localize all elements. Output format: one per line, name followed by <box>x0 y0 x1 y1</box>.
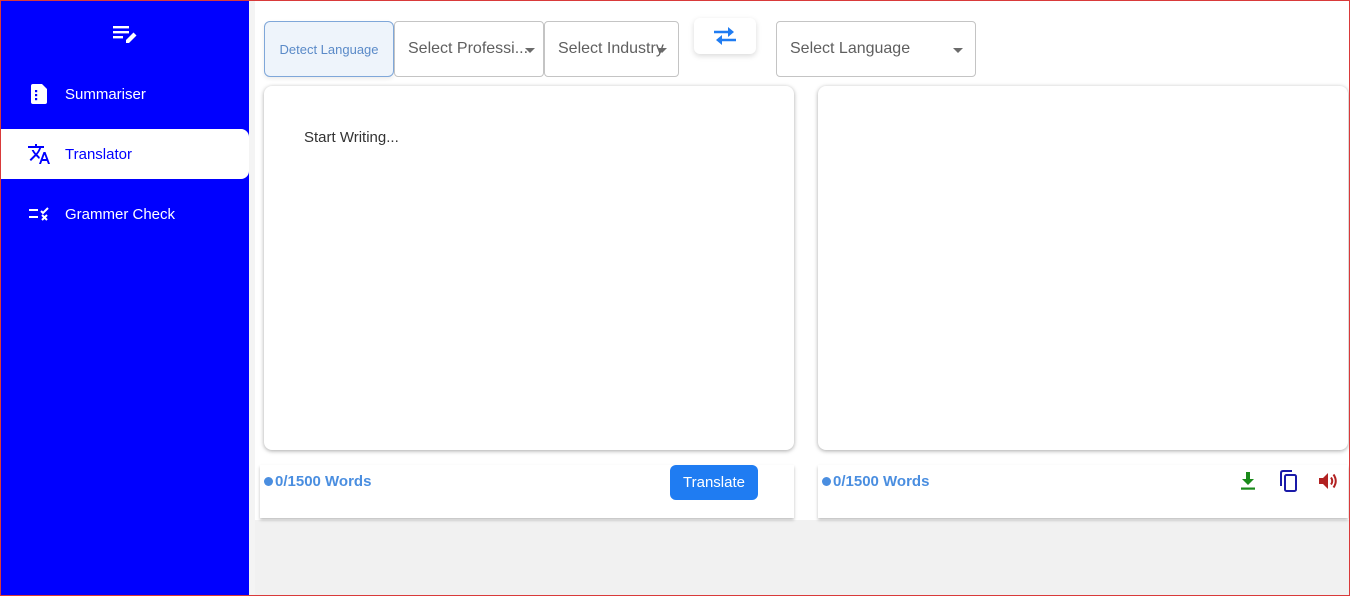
swap-languages-button[interactable] <box>694 18 756 54</box>
target-language-select[interactable]: Select Language <box>776 21 976 77</box>
speaker-icon[interactable] <box>1316 469 1340 493</box>
translation-output <box>818 86 1348 450</box>
industry-select[interactable]: Select Industry <box>544 21 679 77</box>
sidebar: Summariser Translator Grammer Check <box>0 0 249 596</box>
sidebar-item-summariser[interactable]: Summariser <box>1 69 249 119</box>
status-dot <box>264 477 273 486</box>
translate-button[interactable]: Translate <box>670 465 758 500</box>
sidebar-item-translator[interactable]: Translator <box>1 129 249 179</box>
sidebar-item-label: Translator <box>65 145 132 163</box>
input-word-count: 0/1500 Words <box>264 473 371 490</box>
output-footer: 0/1500 Words <box>818 465 1348 518</box>
detect-language-button[interactable]: Detect Language <box>264 21 394 77</box>
edit-note-icon[interactable] <box>110 22 140 48</box>
rule-check-icon <box>27 202 51 226</box>
document-icon <box>27 82 51 106</box>
copy-icon[interactable] <box>1276 469 1300 493</box>
industry-select-value: Select Industry <box>558 40 664 57</box>
output-word-count: 0/1500 Words <box>822 473 929 490</box>
translate-icon <box>27 142 51 166</box>
sidebar-item-grammer-check[interactable]: Grammer Check <box>1 189 249 239</box>
profession-select-value: Select Professi... <box>408 40 529 57</box>
caret-down-icon <box>953 48 963 53</box>
status-dot <box>822 477 831 486</box>
sidebar-item-label: Grammer Check <box>65 205 176 223</box>
main-content: Detect Language Select Professi... Selec… <box>249 0 1350 596</box>
swap-arrows-icon <box>714 27 736 45</box>
language-select-value: Select Language <box>790 40 911 57</box>
caret-down-icon <box>525 48 535 53</box>
sidebar-item-label: Summariser <box>65 85 146 103</box>
input-placeholder: Start Writing... <box>304 129 399 146</box>
source-text-input[interactable]: Start Writing... <box>264 86 794 450</box>
caret-down-icon <box>657 48 667 53</box>
profession-select[interactable]: Select Professi... <box>394 21 544 77</box>
input-footer: 0/1500 Words Translate <box>260 465 794 518</box>
download-icon[interactable] <box>1236 469 1260 493</box>
